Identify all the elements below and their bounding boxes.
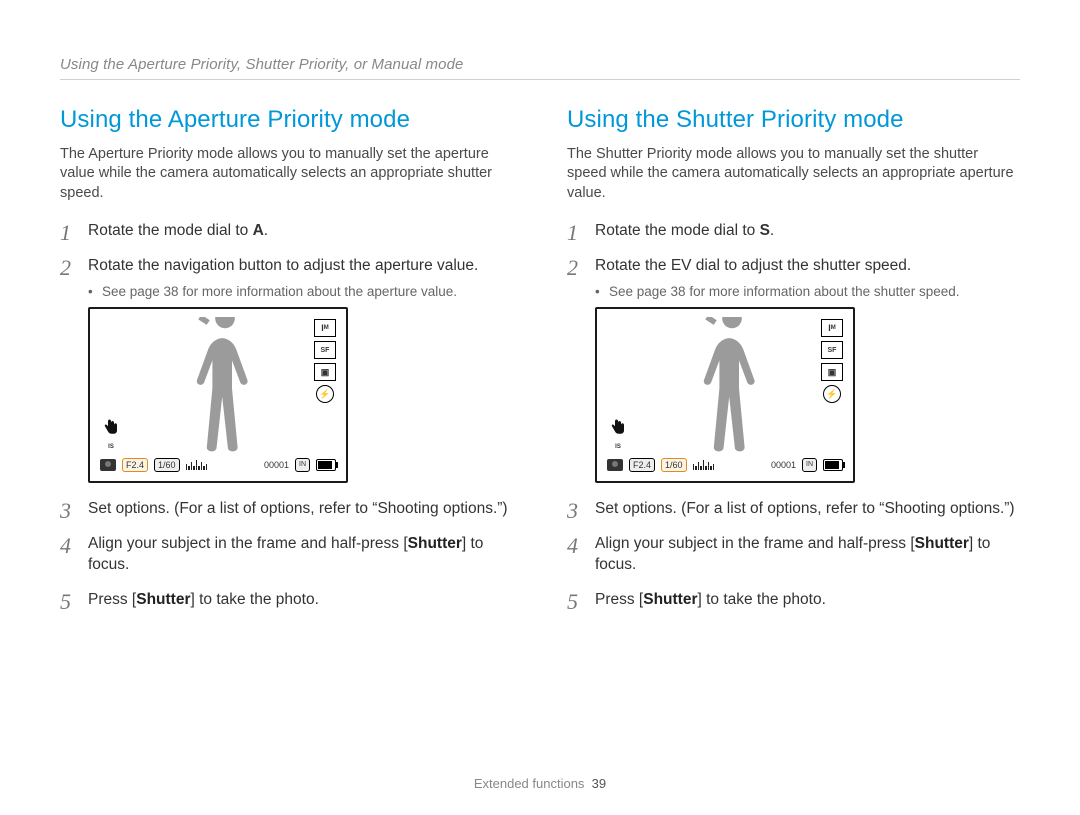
step-4: Align your subject in the frame and half… (567, 534, 1020, 576)
step-3: Set options. (For a list of options, ref… (60, 499, 513, 520)
step-4: Align your subject in the frame and half… (60, 534, 513, 576)
section-heading-aperture: Using the Aperture Priority mode (60, 104, 513, 136)
step-2: Rotate the navigation button to adjust t… (60, 256, 513, 483)
lcd-status-bar: F2.4 1/60 00001 IN (100, 457, 336, 473)
sub-note: See page 38 for more information about t… (88, 283, 513, 301)
ev-scale-icon (693, 460, 715, 470)
two-column-layout: Using the Aperture Priority mode The Ape… (60, 104, 1020, 625)
battery-icon (823, 459, 843, 471)
lcd-preview: IM SF ▣ ⚡ IS (595, 307, 1020, 483)
camera-icon (100, 459, 116, 471)
left-column: Using the Aperture Priority mode The Ape… (60, 104, 513, 625)
divider (60, 79, 1020, 80)
lcd-preview: IM SF ▣ ⚡ IS (88, 307, 513, 483)
lcd-right-icons: IM SF ▣ ⚡ (821, 319, 843, 403)
page-footer: Extended functions 39 (0, 775, 1080, 793)
flash-icon: ⚡ (316, 385, 334, 403)
metering-icon: ▣ (314, 363, 336, 381)
memory-indicator: IN (802, 458, 817, 472)
quality-icon: SF (314, 341, 336, 359)
sub-note-item: See page 38 for more information about t… (88, 283, 513, 301)
sub-note-item: See page 38 for more information about t… (595, 283, 1020, 301)
manual-page: Using the Aperture Priority, Shutter Pri… (0, 0, 1080, 815)
footer-section-label: Extended functions (474, 776, 585, 791)
subject-silhouette-icon (182, 317, 268, 457)
subject-silhouette-icon (689, 317, 775, 457)
battery-icon (316, 459, 336, 471)
steps-list: Rotate the mode dial to A. Rotate the na… (60, 221, 513, 611)
shutter-value: 1/60 (661, 458, 687, 472)
intro-text: The Aperture Priority mode allows you to… (60, 145, 513, 204)
step-2: Rotate the EV dial to adjust the shutter… (567, 256, 1020, 483)
quality-icon: SF (821, 341, 843, 359)
resolution-icon: IM (821, 319, 843, 337)
steps-list: Rotate the mode dial to S. Rotate the EV… (567, 221, 1020, 611)
mode-letter: A (253, 222, 264, 239)
shot-counter: 00001 (264, 459, 289, 471)
shot-counter: 00001 (771, 459, 796, 471)
aperture-value: F2.4 (122, 458, 148, 472)
aperture-value: F2.4 (629, 458, 655, 472)
right-column: Using the Shutter Priority mode The Shut… (567, 104, 1020, 625)
step-1: Rotate the mode dial to A. (60, 221, 513, 242)
sub-note: See page 38 for more information about t… (595, 283, 1020, 301)
mode-letter: S (760, 222, 770, 239)
ois-icon: IS (609, 418, 627, 451)
metering-icon: ▣ (821, 363, 843, 381)
resolution-icon: IM (314, 319, 336, 337)
lcd-status-bar: F2.4 1/60 00001 IN (607, 457, 843, 473)
intro-text: The Shutter Priority mode allows you to … (567, 145, 1020, 204)
camera-lcd: IM SF ▣ ⚡ IS (595, 307, 855, 483)
lcd-right-icons: IM SF ▣ ⚡ (314, 319, 336, 403)
ev-scale-icon (186, 460, 208, 470)
camera-icon (607, 459, 623, 471)
flash-icon: ⚡ (823, 385, 841, 403)
camera-lcd: IM SF ▣ ⚡ IS (88, 307, 348, 483)
breadcrumb: Using the Aperture Priority, Shutter Pri… (60, 55, 1020, 75)
memory-indicator: IN (295, 458, 310, 472)
step-1: Rotate the mode dial to S. (567, 221, 1020, 242)
ois-icon: IS (102, 418, 120, 451)
section-heading-shutter: Using the Shutter Priority mode (567, 104, 1020, 136)
step-5: Press [Shutter] to take the photo. (60, 590, 513, 611)
step-5: Press [Shutter] to take the photo. (567, 590, 1020, 611)
shutter-value: 1/60 (154, 458, 180, 472)
page-number: 39 (592, 776, 606, 791)
step-3: Set options. (For a list of options, ref… (567, 499, 1020, 520)
